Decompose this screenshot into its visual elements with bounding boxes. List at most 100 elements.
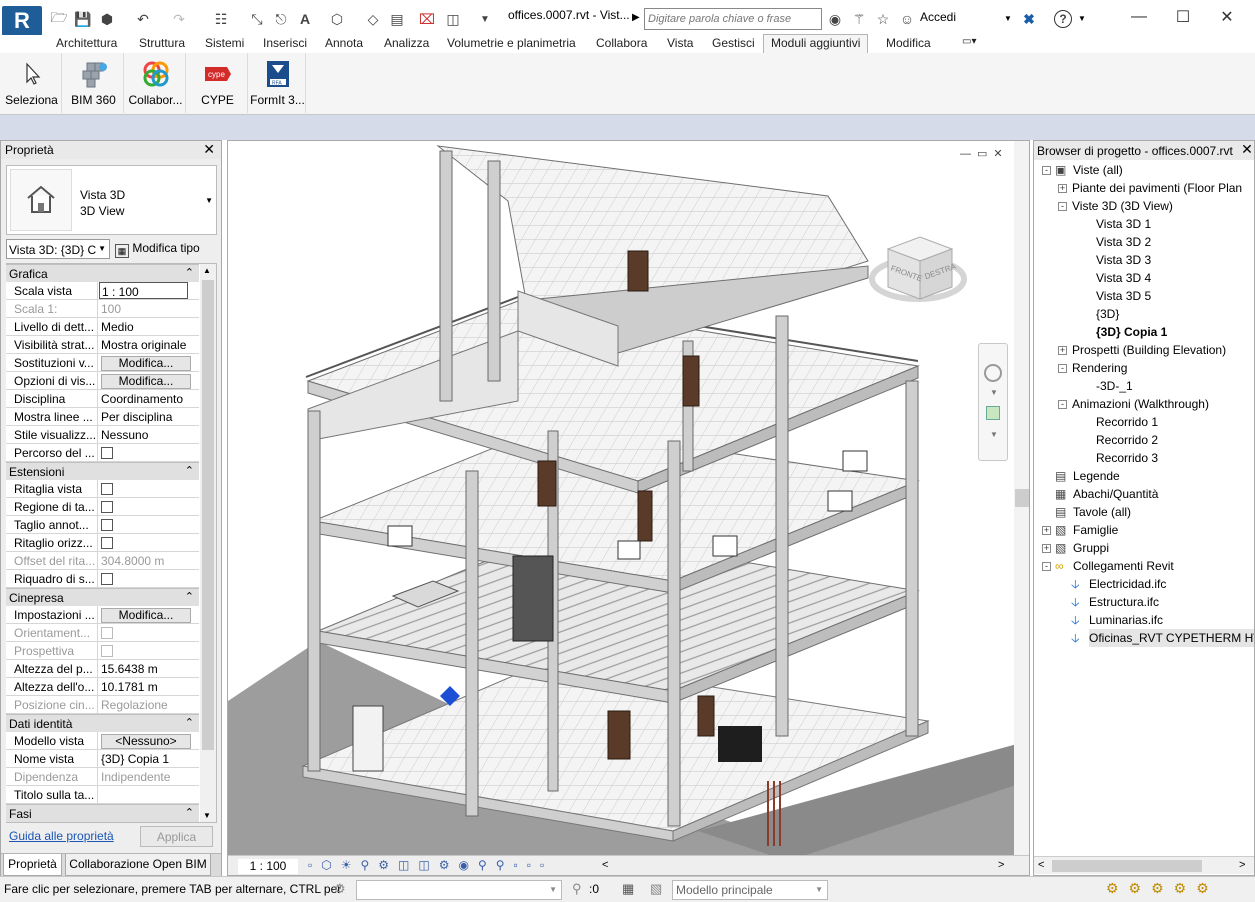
scroll-left-icon[interactable]: <: [1038, 859, 1044, 871]
tab-vista[interactable]: Vista: [667, 35, 693, 53]
type-selector[interactable]: Vista 3D 3D View ▼: [6, 165, 217, 235]
browser-item[interactable]: Viste (all): [1073, 161, 1123, 179]
tab-modifica[interactable]: Modifica: [886, 35, 931, 53]
workset-dropdown[interactable]: ▼: [356, 880, 562, 900]
tag-icon[interactable]: ⎋: [272, 10, 290, 28]
bim360-button[interactable]: BIM 360: [64, 53, 124, 113]
property-value[interactable]: Nessuno: [99, 426, 199, 443]
property-value[interactable]: Medio: [99, 318, 199, 335]
exchange-icon[interactable]: ✖: [1020, 10, 1038, 28]
expand-icon[interactable]: +: [1042, 526, 1051, 535]
scroll-down-icon[interactable]: ▼: [203, 811, 211, 820]
close-hidden-icon[interactable]: ⌧: [418, 10, 436, 28]
expand-icon[interactable]: +: [1058, 346, 1067, 355]
property-value[interactable]: Coordinamento: [99, 390, 199, 407]
tab-moduli-aggiuntivi[interactable]: Moduli aggiuntivi: [763, 34, 869, 53]
browser-item[interactable]: Vista 3D 5: [1096, 287, 1151, 305]
text-icon[interactable]: A: [296, 10, 314, 28]
thin-lines-icon[interactable]: ▤: [388, 10, 406, 28]
collapse-icon[interactable]: -: [1058, 364, 1067, 373]
collapse-icon[interactable]: -: [1042, 562, 1051, 571]
browser-item[interactable]: Recorrido 2: [1096, 431, 1158, 449]
scroll-thumb[interactable]: [1015, 489, 1029, 507]
close-icon[interactable]: ✕: [1212, 6, 1242, 28]
tab-sistemi[interactable]: Sistemi: [205, 35, 244, 53]
property-input[interactable]: 1 : 100: [99, 282, 188, 299]
scroll-thumb[interactable]: [202, 280, 214, 750]
tab-properties[interactable]: Proprietà: [3, 854, 62, 876]
view-scale[interactable]: 1 : 100: [238, 859, 298, 874]
browser-item[interactable]: Estructura.ifc: [1089, 593, 1159, 611]
worksets-icon[interactable]: ⚙: [334, 881, 346, 897]
browser-item[interactable]: Piante dei pavimenti (Floor Plan: [1072, 179, 1242, 197]
minimize-icon[interactable]: —: [1124, 6, 1154, 28]
measure-icon[interactable]: ☷: [212, 10, 230, 28]
property-checkbox[interactable]: [99, 516, 199, 533]
browser-item[interactable]: Tavole (all): [1073, 503, 1131, 521]
tab-struttura[interactable]: Struttura: [139, 35, 185, 53]
property-button[interactable]: Modifica...: [99, 354, 199, 371]
cype-button[interactable]: cype CYPE: [188, 53, 248, 113]
scroll-up-icon[interactable]: ▲: [203, 266, 211, 275]
checkbox[interactable]: [101, 573, 113, 585]
viewcube[interactable]: FRONTE DESTRA: [868, 229, 968, 309]
collapse-icon[interactable]: ⌃: [185, 716, 194, 729]
zoom-region-icon[interactable]: [986, 406, 1000, 420]
view-control-icons[interactable]: ▫⬡☀⚲⚙◫◫⚙◉⚲⚲▫▫▫: [308, 858, 553, 872]
close-icon[interactable]: ✕: [203, 141, 215, 158]
chevron-right-icon[interactable]: ▶: [632, 12, 640, 23]
property-button[interactable]: Modifica...: [99, 606, 199, 623]
scroll-thumb[interactable]: [1052, 860, 1202, 872]
browser-item[interactable]: {3D}: [1096, 305, 1119, 323]
help-icon[interactable]: ?: [1054, 10, 1072, 28]
browser-hscrollbar[interactable]: < >: [1034, 856, 1254, 874]
select-button[interactable]: Seleziona: [2, 53, 62, 113]
group-header[interactable]: Estensioni ⌃: [6, 462, 199, 480]
tab-annota[interactable]: Annota: [325, 35, 363, 53]
group-header[interactable]: Dati identità ⌃: [6, 714, 199, 732]
instance-selector[interactable]: Vista 3D: {3D} C ▼: [6, 239, 110, 259]
collapse-icon[interactable]: -: [1058, 202, 1067, 211]
browser-item[interactable]: Vista 3D 4: [1096, 269, 1151, 287]
tab-gestisci[interactable]: Gestisci: [712, 35, 755, 53]
revit-application-menu-button[interactable]: R: [2, 6, 42, 36]
save-icon[interactable]: 💾: [74, 10, 92, 28]
browser-item[interactable]: Legende: [1073, 467, 1120, 485]
property-checkbox[interactable]: [99, 498, 199, 515]
browser-item[interactable]: Recorrido 3: [1096, 449, 1158, 467]
tab-collabora[interactable]: Collabora: [596, 35, 647, 53]
browser-item[interactable]: Prospetti (Building Elevation): [1072, 341, 1226, 359]
property-value[interactable]: 15.6438 m: [99, 660, 199, 677]
ribbon-toggle-icon[interactable]: ▭▾: [962, 35, 976, 53]
browser-item[interactable]: Oficinas_RVT CYPETHERM HV: [1089, 629, 1254, 647]
browser-item[interactable]: Recorrido 1: [1096, 413, 1158, 431]
3d-view-icon[interactable]: ⬡: [328, 10, 346, 28]
collapse-icon[interactable]: -: [1042, 166, 1051, 175]
browser-item[interactable]: Collegamenti Revit: [1073, 557, 1174, 575]
property-value[interactable]: 10.1781 m: [99, 678, 199, 695]
exclude-options-icon[interactable]: ▧: [650, 881, 662, 897]
browser-item[interactable]: Rendering: [1072, 359, 1127, 377]
binoculars-icon[interactable]: ◉: [826, 10, 844, 28]
chevron-down-icon[interactable]: ▼: [990, 388, 998, 397]
dimension-icon[interactable]: ⤡: [248, 10, 266, 28]
chevron-down-icon[interactable]: ▼: [1004, 14, 1012, 23]
apply-button[interactable]: Applica: [140, 826, 213, 847]
browser-item[interactable]: Vista 3D 2: [1096, 233, 1151, 251]
subscription-icon[interactable]: ⚚: [850, 10, 868, 28]
expand-icon[interactable]: +: [1042, 544, 1051, 553]
group-header[interactable]: Grafica ⌃: [6, 264, 199, 282]
property-checkbox[interactable]: [99, 534, 199, 551]
browser-item[interactable]: Electricidad.ifc: [1089, 575, 1166, 593]
star-icon[interactable]: ☆: [874, 10, 892, 28]
property-button[interactable]: Modifica...: [99, 372, 199, 389]
section-icon[interactable]: ◇: [364, 10, 382, 28]
collapse-icon[interactable]: ⌃: [185, 266, 194, 279]
navigation-bar[interactable]: ▼ ▼: [978, 343, 1008, 461]
undo-icon[interactable]: ↶: [134, 10, 152, 28]
help-dropdown-icon[interactable]: ▼: [1078, 14, 1086, 23]
edit-type-button[interactable]: ▦ Modifica tipo: [115, 239, 218, 259]
property-checkbox[interactable]: [99, 570, 199, 587]
property-value[interactable]: [99, 786, 199, 803]
browser-item[interactable]: Vista 3D 3: [1096, 251, 1151, 269]
